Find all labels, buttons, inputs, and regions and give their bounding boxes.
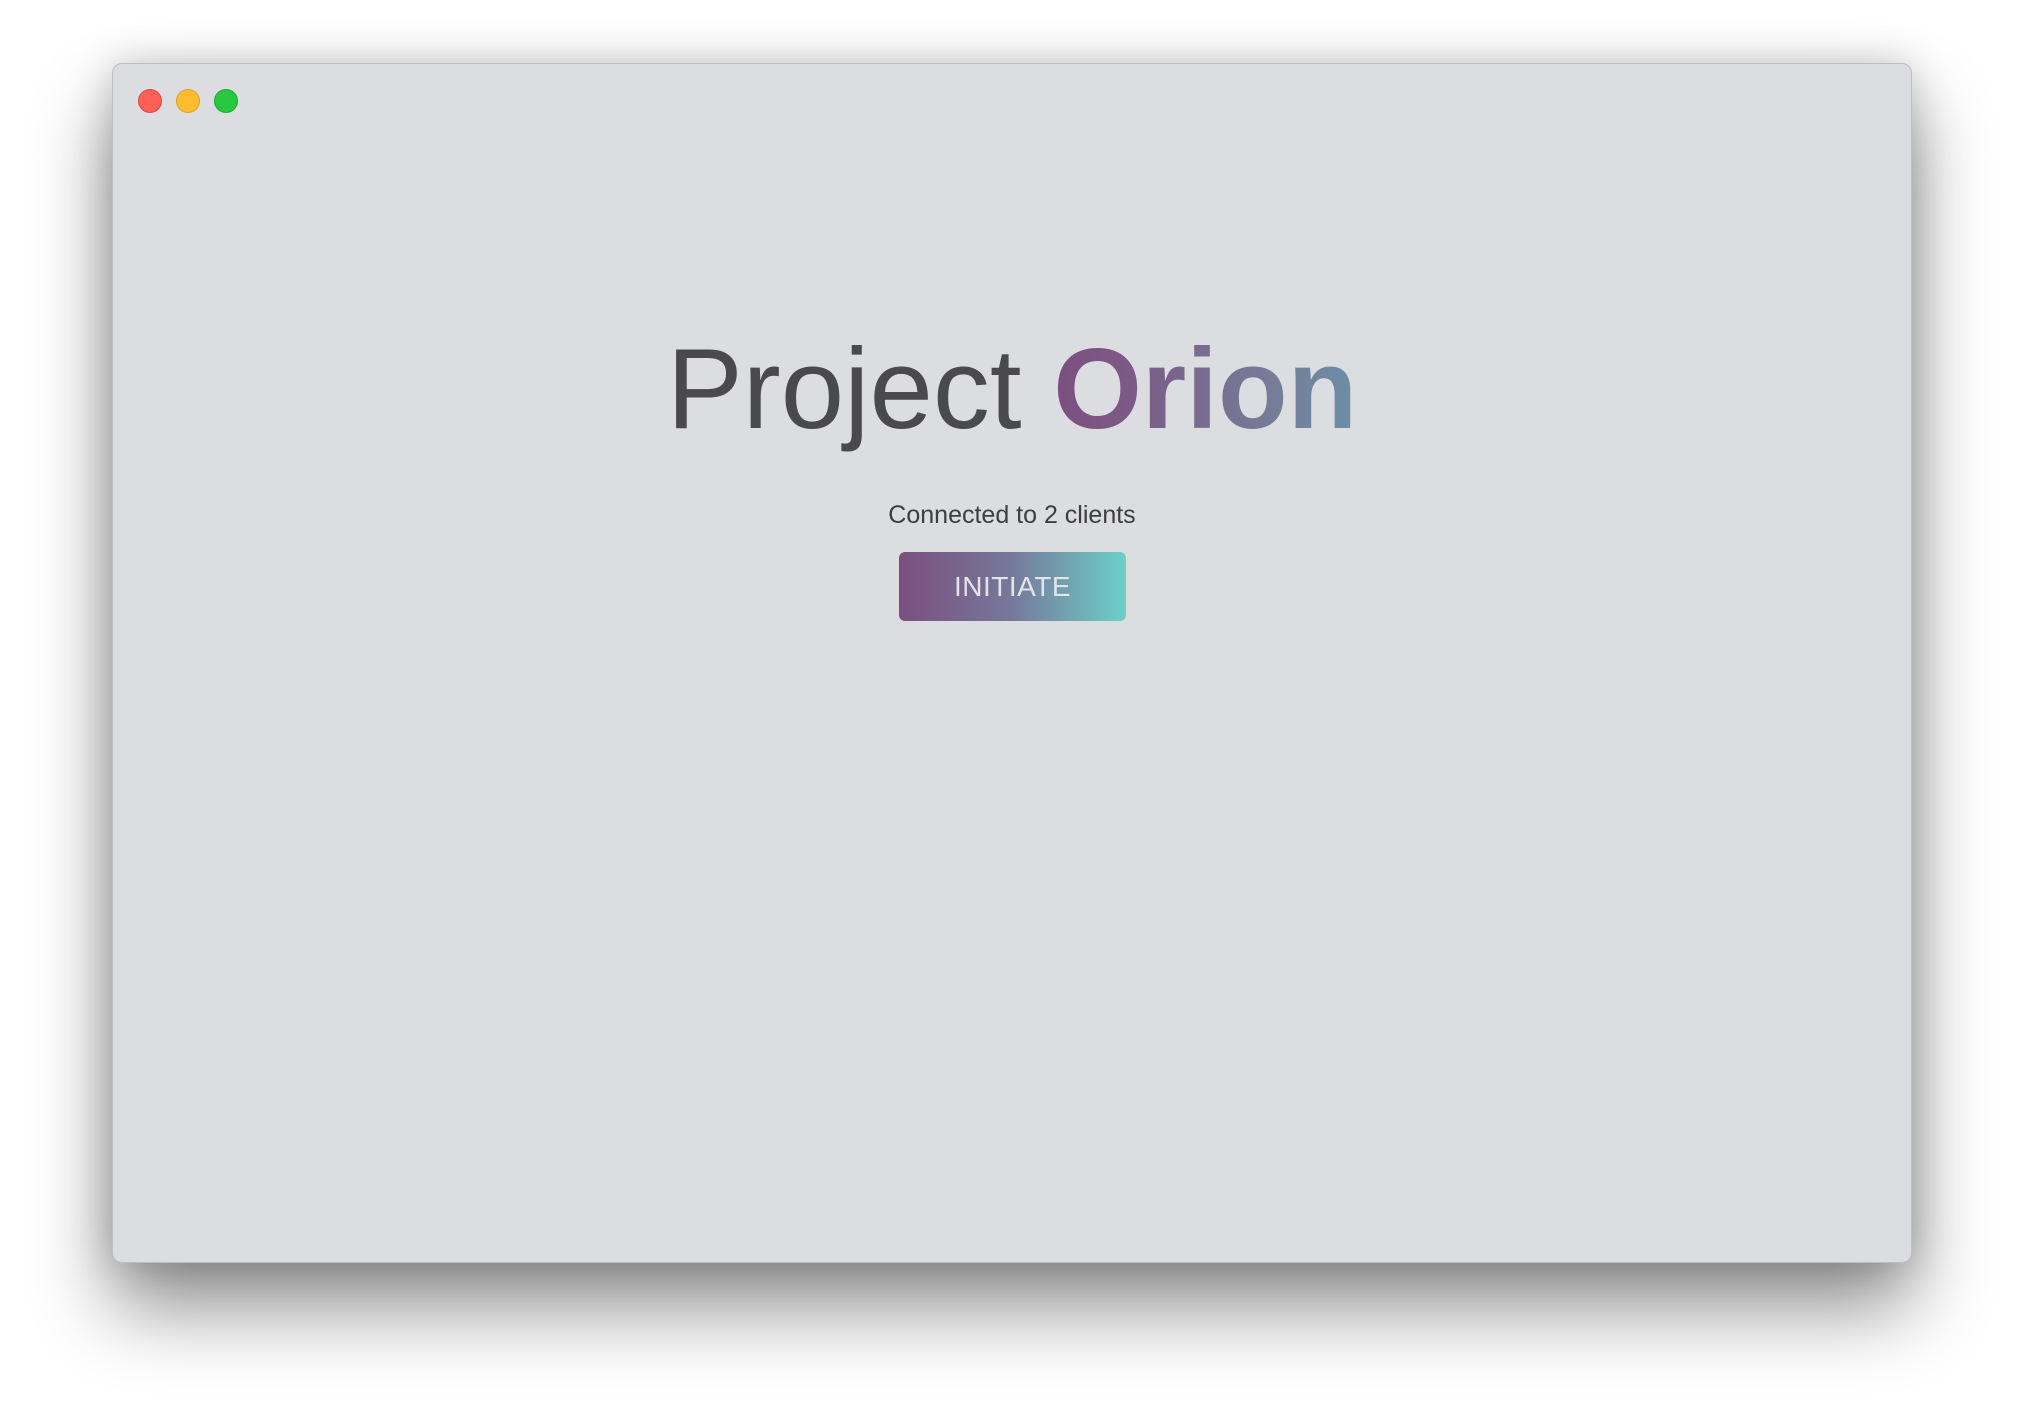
title-accent: Orion [1053, 326, 1358, 453]
connection-status: Connected to 2 clients [888, 501, 1136, 529]
title-plain: Project [666, 326, 1022, 453]
desktop-backdrop: Project Orion Connected to 2 clients INI… [0, 0, 2024, 1424]
app-window: Project Orion Connected to 2 clients INI… [112, 63, 1912, 1263]
main-content: Project Orion Connected to 2 clients INI… [113, 64, 1911, 1262]
initiate-button[interactable]: INITIATE [899, 552, 1126, 621]
page-title: Project Orion [113, 320, 1911, 460]
